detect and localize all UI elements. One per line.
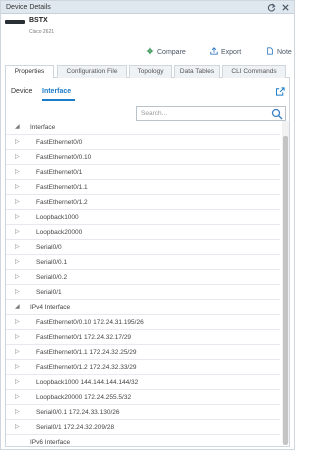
device-details-window: Device Details BSTX Cisco 2621 Compare E…: [0, 0, 295, 450]
tree-item-label: Loopback1000: [36, 214, 79, 221]
tree-item-label: FastEthernet0/1: [36, 169, 83, 176]
scrollbar-thumb[interactable]: [283, 136, 288, 445]
tab-bar: Properties Configuration File Topology D…: [5, 65, 290, 79]
tree-item[interactable]: ▷ Serial0/1: [6, 285, 280, 300]
refresh-icon[interactable]: [267, 3, 276, 12]
tree-item[interactable]: ▷ Serial0/1 172.24.32.209/28: [6, 420, 280, 435]
tree-item-label: FastEthernet0/0: [36, 139, 83, 146]
tree-group-label: IPv6 Interface: [30, 439, 71, 446]
tree-item[interactable]: ▷ FastEthernet0/0: [6, 135, 280, 150]
close-icon[interactable]: [281, 3, 290, 12]
interface-tree: ◢ Interface ▷ FastEthernet0/0 ▷ FastEthern…: [6, 120, 280, 446]
tree-item-label: FastEthernet0/0.10 172.24.31.195/26: [36, 319, 144, 326]
tree-item-label: Loopback20000 172.24.255.5/32: [36, 394, 132, 401]
tab-data-tables[interactable]: Data Tables: [174, 65, 220, 78]
tree-item-label: FastEthernet0/1.2 172.24.32.33/29: [36, 364, 137, 371]
device-name: BSTX: [29, 17, 48, 24]
note-button[interactable]: Note: [266, 47, 292, 57]
expand-arrow-icon[interactable]: ▷: [15, 154, 21, 160]
tree-item-label: Serial0/0: [36, 244, 62, 251]
expand-arrow-icon[interactable]: ▷: [15, 289, 21, 295]
expand-arrow-icon[interactable]: ▷: [15, 424, 21, 430]
expand-arrow-icon[interactable]: ▷: [15, 184, 21, 190]
tree-item[interactable]: ▷ Serial0/0.1 172.24.33.130/26: [6, 405, 280, 420]
expand-arrow-icon[interactable]: ▷: [15, 229, 21, 235]
compare-icon: [146, 47, 154, 55]
search-input[interactable]: Search...: [136, 106, 286, 121]
compare-button[interactable]: Compare: [146, 47, 186, 57]
device-model: Cisco 2621: [29, 29, 55, 35]
collapse-arrow-icon[interactable]: ◢: [15, 304, 21, 310]
tree-item[interactable]: ▷ Loopback1000 144.144.144.144/32: [6, 375, 280, 390]
tree-item[interactable]: ▷ FastEthernet0/1.1: [6, 180, 280, 195]
search-icon[interactable]: [271, 108, 283, 120]
tree-item-label: FastEthernet0/1.1 172.24.32.25/29: [36, 349, 137, 356]
export-label: Export: [221, 49, 242, 56]
tree-item[interactable]: ▷ Serial0/0.2: [6, 270, 280, 285]
active-subtab-indicator: [42, 99, 75, 101]
tree-item-label: Serial0/0.1 172.24.33.130/26: [36, 409, 120, 416]
tab-properties[interactable]: Properties: [5, 65, 54, 79]
tree-item[interactable]: ▷ Loopback20000 172.24.255.5/32: [6, 390, 280, 405]
title-bar: Device Details: [1, 1, 294, 14]
expand-arrow-icon[interactable]: ▷: [15, 244, 21, 250]
tree-item-label: FastEthernet0/0.10: [36, 154, 92, 161]
expand-arrow-icon[interactable]: ▷: [15, 139, 21, 145]
tree-item[interactable]: ▷ Loopback1000: [6, 210, 280, 225]
tree-item[interactable]: ▷ FastEthernet0/0.10: [6, 150, 280, 165]
search-placeholder: Search...: [141, 110, 168, 117]
expand-arrow-icon[interactable]: ▷: [15, 364, 21, 370]
tree-item[interactable]: ▷ FastEthernet0/1 172.24.32.17/29: [6, 330, 280, 345]
window-title: Device Details: [6, 4, 51, 11]
tree-item[interactable]: ▷ FastEthernet0/1.2: [6, 195, 280, 210]
tree-group-ipv4-interface[interactable]: ◢ IPv4 Interface: [6, 300, 280, 315]
tree-item[interactable]: ▷ Loopback20000: [6, 225, 280, 240]
device-icon: [5, 20, 25, 24]
tree-item-label: Serial0/1 172.24.32.209/28: [36, 424, 115, 431]
subtab-device[interactable]: Device: [11, 88, 32, 95]
expand-arrow-icon[interactable]: ▷: [15, 409, 21, 415]
tree-item-label: Loopback1000 144.144.144.144/32: [36, 379, 139, 386]
tree-item-label: FastEthernet0/1.1: [36, 184, 88, 191]
tree-item-label: Loopback20000: [36, 229, 83, 236]
subtab-interface[interactable]: Interface: [42, 88, 71, 95]
expand-arrow-icon[interactable]: ▷: [15, 169, 21, 175]
expand-arrow-icon[interactable]: ▷: [15, 199, 21, 205]
collapse-arrow-icon[interactable]: ◢: [15, 124, 21, 130]
tree-item[interactable]: ▷ FastEthernet0/1.1 172.24.32.25/29: [6, 345, 280, 360]
tree-item-label: Serial0/0.1: [36, 259, 68, 266]
expand-arrow-icon[interactable]: ▷: [15, 394, 21, 400]
tree-item[interactable]: ▷ FastEthernet0/1: [6, 165, 280, 180]
tree-item[interactable]: ▷ Serial0/0: [6, 240, 280, 255]
tab-topology[interactable]: Topology: [129, 65, 172, 78]
tree-item-label: Serial0/0.2: [36, 274, 68, 281]
note-icon: [267, 47, 273, 55]
expand-arrow-icon[interactable]: ▷: [15, 274, 21, 280]
tree-group-interface[interactable]: ◢ Interface: [6, 120, 280, 135]
expand-arrow-icon[interactable]: ▷: [15, 214, 21, 220]
compare-label: Compare: [157, 49, 186, 56]
export-button[interactable]: Export: [210, 47, 241, 57]
tree-group-label: Interface: [30, 124, 56, 131]
note-label: Note: [277, 49, 292, 56]
expand-arrow-icon[interactable]: ▷: [15, 259, 21, 265]
properties-panel: Device Interface Search... ◢ Interface ▷…: [5, 78, 290, 447]
expand-arrow-icon[interactable]: ▷: [15, 349, 21, 355]
expand-arrow-icon[interactable]: ▷: [15, 379, 21, 385]
expand-arrow-icon[interactable]: ▷: [15, 334, 21, 340]
tab-cli-commands[interactable]: CLI Commands: [222, 65, 286, 78]
tree-item[interactable]: ▷ FastEthernet0/0.10 172.24.31.195/26: [6, 315, 280, 330]
tree-group-ipv6-interface[interactable]: IPv6 Interface: [6, 435, 280, 446]
export-icon: [210, 47, 218, 55]
expand-arrow-icon[interactable]: ▷: [15, 319, 21, 325]
tree-item-label: Serial0/1: [36, 289, 62, 296]
tab-configuration-file[interactable]: Configuration File: [57, 65, 127, 78]
tree-item-label: FastEthernet0/1 172.24.32.17/29: [36, 334, 132, 341]
tree-group-label: IPv4 Interface: [30, 304, 71, 311]
tree-item[interactable]: ▷ Serial0/0.1: [6, 255, 280, 270]
open-external-icon[interactable]: [276, 87, 285, 96]
tree-item-label: FastEthernet0/1.2: [36, 199, 88, 206]
tree-item[interactable]: ▷ FastEthernet0/1.2 172.24.32.33/29: [6, 360, 280, 375]
